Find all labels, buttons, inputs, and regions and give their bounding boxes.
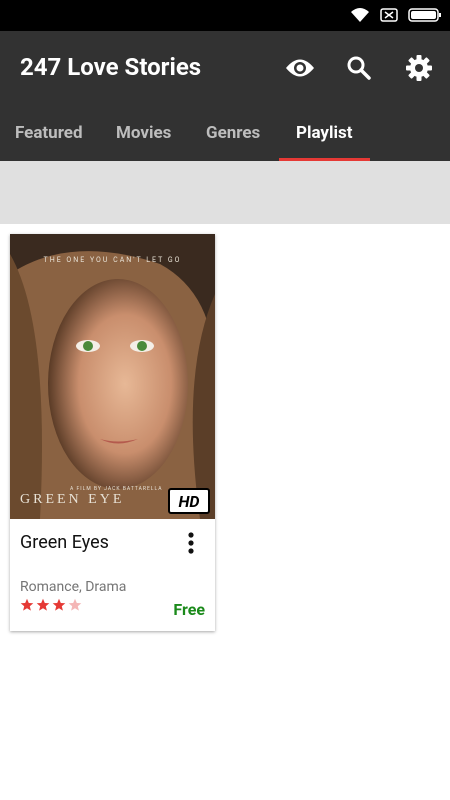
star-filled-icon	[36, 598, 50, 611]
status-bar	[0, 0, 450, 31]
search-button[interactable]	[342, 51, 376, 85]
eye-icon	[286, 59, 314, 77]
poster-title: GREEN EYE	[20, 492, 125, 507]
star-filled-icon	[52, 598, 66, 611]
battery-icon	[408, 8, 441, 22]
more-vert-icon	[188, 532, 194, 554]
app-title: 247 Love Stories	[20, 53, 202, 81]
banner-placeholder	[0, 161, 450, 224]
hd-badge: HD	[168, 488, 210, 514]
status-icons	[350, 7, 442, 23]
movie-poster[interactable]: THE ONE YOU CAN'T LET GO A FILM BY JACK …	[10, 234, 215, 519]
tab-featured[interactable]: Featured	[15, 123, 83, 143]
movie-card[interactable]: THE ONE YOU CAN'T LET GO A FILM BY JACK …	[10, 234, 215, 631]
wifi-icon	[351, 8, 369, 22]
visibility-button[interactable]	[283, 51, 317, 85]
star-empty-icon	[68, 598, 82, 611]
app-bar: 247 Love Stories Featured Movies Genres …	[0, 31, 450, 161]
rating-stars	[20, 598, 82, 612]
star-filled-icon	[20, 598, 34, 611]
settings-button[interactable]	[402, 51, 436, 85]
movie-title: Green Eyes	[20, 532, 109, 553]
movie-genres: Romance, Drama	[20, 579, 127, 595]
tab-playlist[interactable]: Playlist	[296, 123, 352, 143]
poster-art	[10, 234, 215, 519]
no-sim-icon	[380, 8, 398, 22]
tab-movies[interactable]: Movies	[116, 123, 171, 143]
gear-icon	[406, 55, 432, 81]
tab-genres[interactable]: Genres	[206, 123, 260, 143]
tab-bar: Featured Movies Genres Playlist	[0, 117, 450, 161]
poster-tagline: THE ONE YOU CAN'T LET GO	[43, 256, 182, 264]
search-icon	[347, 56, 371, 80]
more-options-button[interactable]	[184, 532, 198, 556]
price-label: Free	[173, 600, 205, 619]
